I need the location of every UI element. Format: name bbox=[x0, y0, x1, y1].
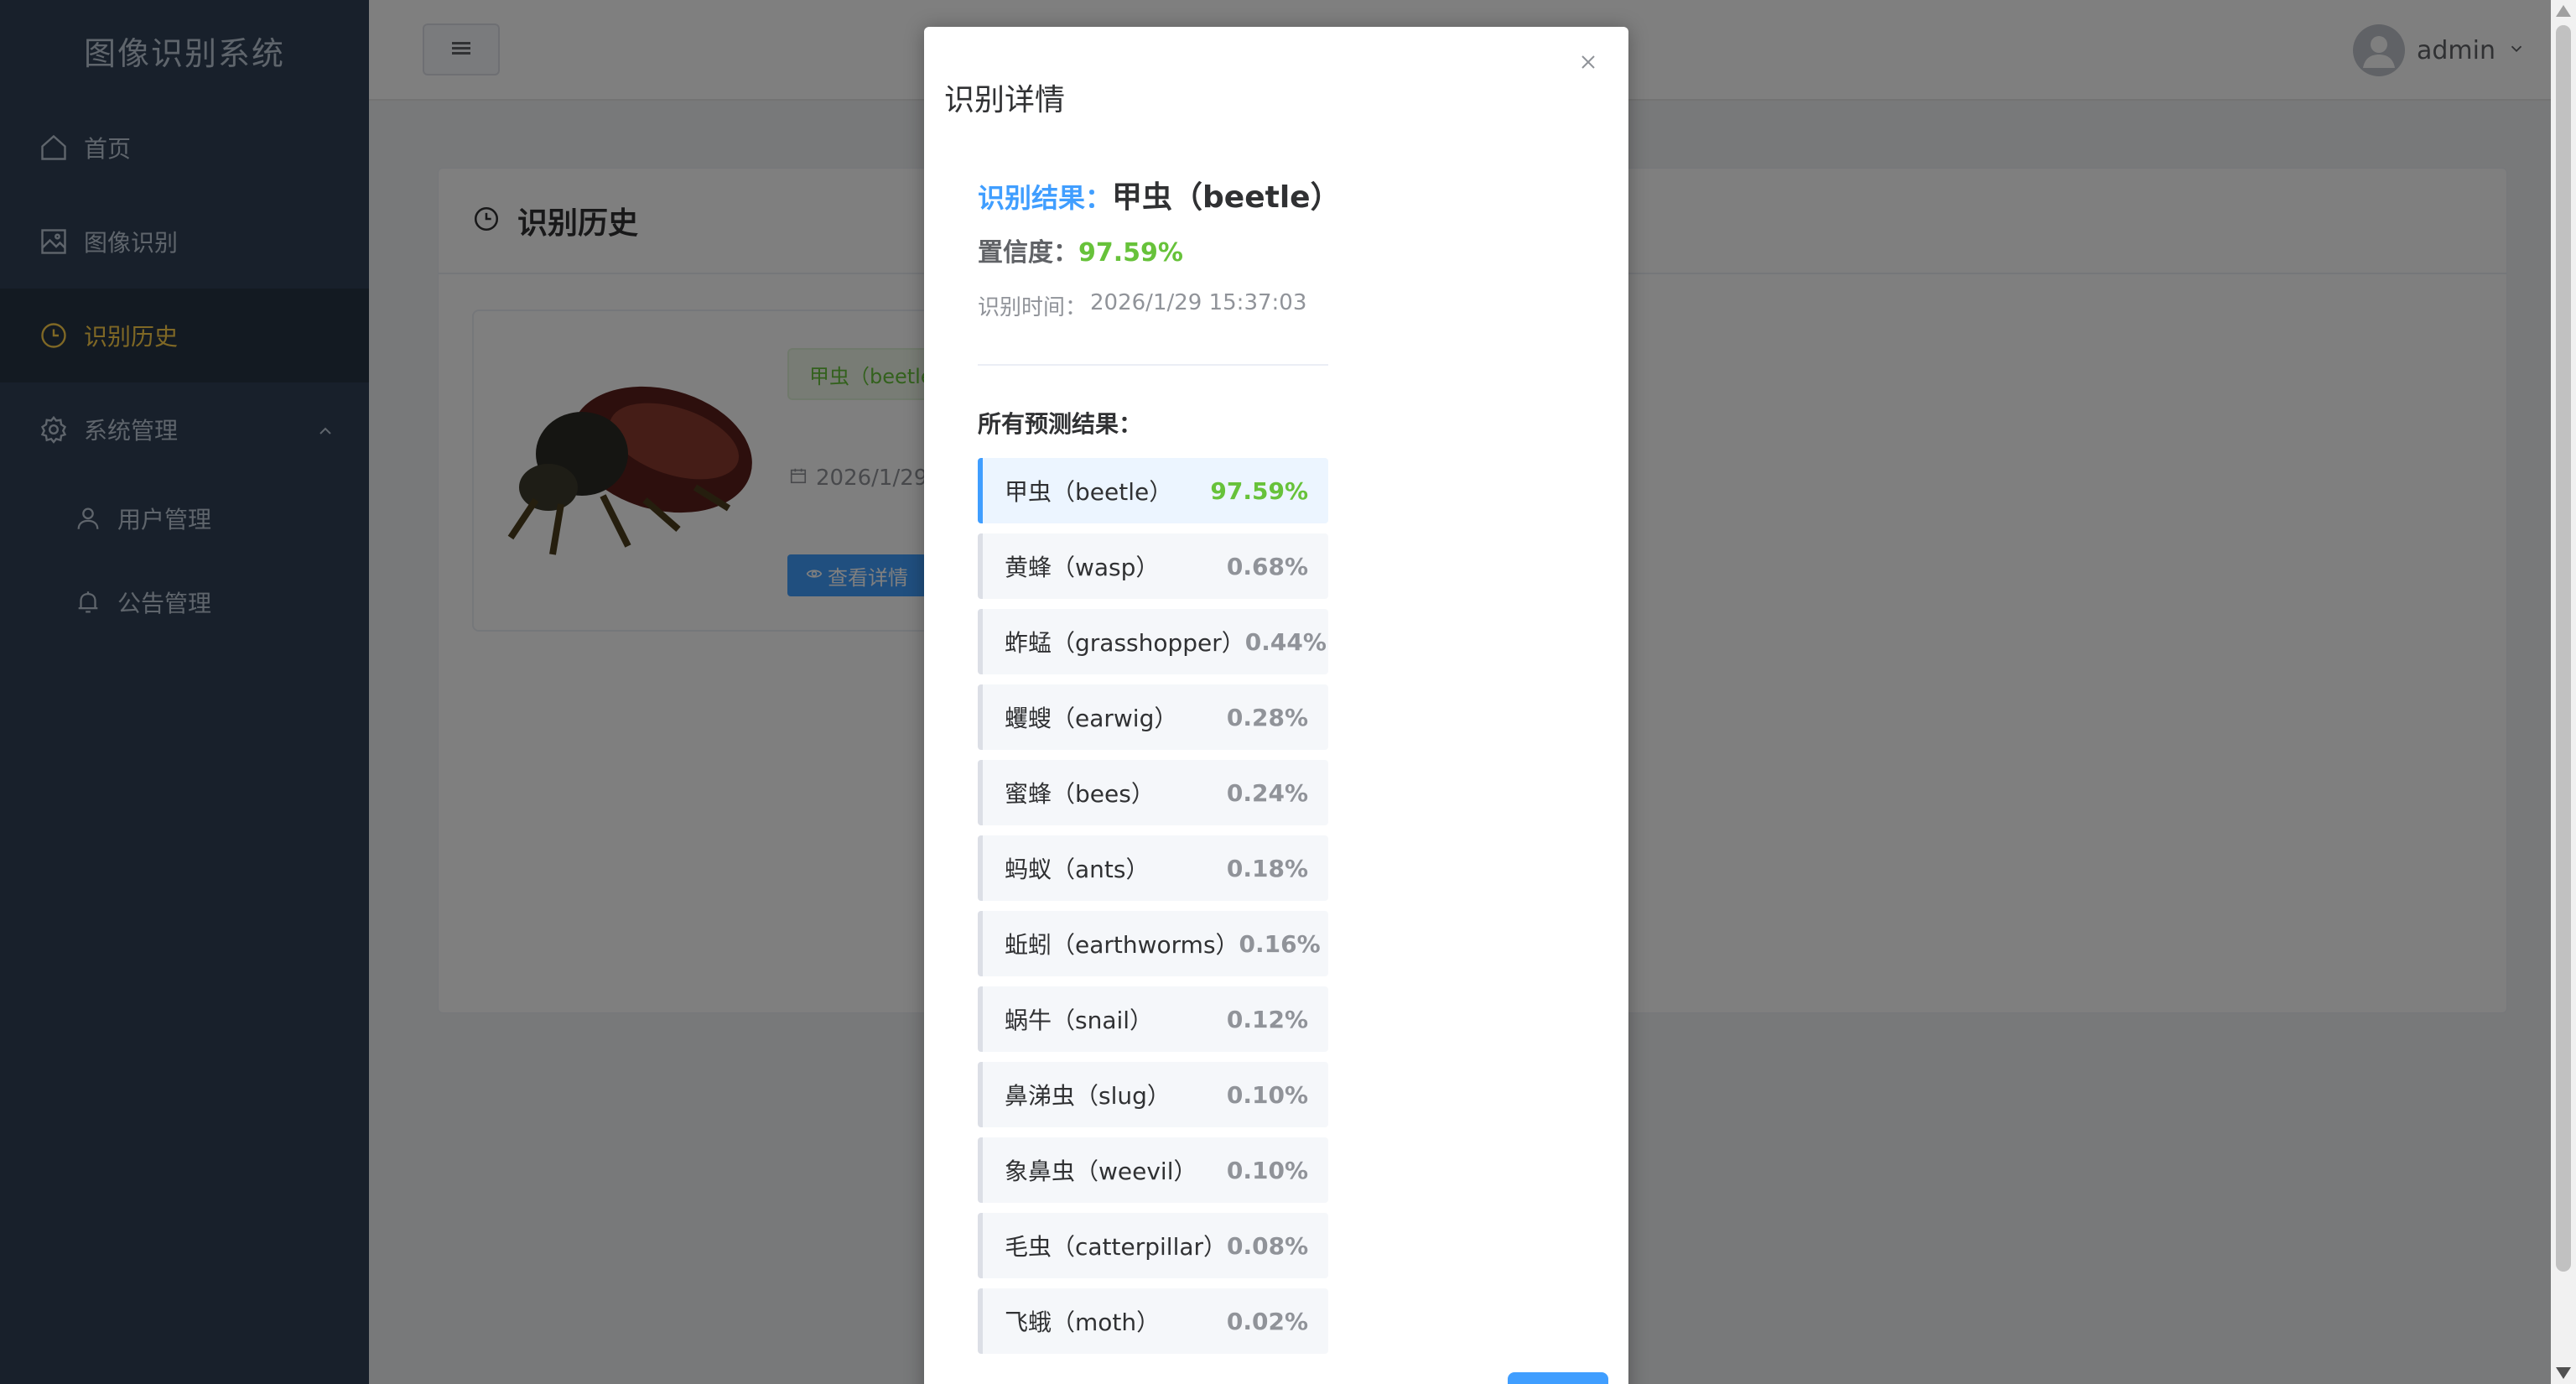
divider bbox=[978, 364, 1328, 366]
prediction-prob: 0.02% bbox=[1226, 1307, 1308, 1335]
prediction-item: 鼻涕虫（slug） 0.10% bbox=[978, 1062, 1328, 1127]
prediction-name: 蜗牛（snail） bbox=[1005, 1007, 1154, 1034]
close-button[interactable] bbox=[1570, 45, 1607, 82]
prediction-prob: 0.10% bbox=[1226, 1156, 1308, 1184]
prediction-prob: 0.24% bbox=[1226, 778, 1308, 807]
prediction-name: 蚂蚁（ants） bbox=[1005, 856, 1150, 883]
prediction-item: 黄蜂（wasp） 0.68% bbox=[978, 533, 1328, 599]
prediction-prob: 0.28% bbox=[1226, 703, 1308, 731]
prediction-name: 蜜蜂（bees） bbox=[1005, 780, 1155, 808]
scroll-down-arrow-icon[interactable] bbox=[2556, 1367, 2571, 1379]
prediction-item: 蚯蚓（earthworms） 0.16% bbox=[978, 911, 1328, 976]
confidence-value: 97.59% bbox=[1078, 238, 1183, 268]
prediction-item: 蠼螋（earwig） 0.28% bbox=[978, 684, 1328, 750]
prediction-name: 蠼螋（earwig） bbox=[1005, 705, 1178, 732]
scrollbar-thumb[interactable] bbox=[2556, 25, 2571, 1272]
result-line: 识别结果： 甲虫（beetle） bbox=[978, 173, 1341, 216]
result-value: 甲虫（beetle） bbox=[1112, 180, 1341, 215]
page-scrollbar[interactable] bbox=[2551, 0, 2576, 1384]
close-icon bbox=[1578, 52, 1598, 75]
prediction-item: 蚂蚁（ants） 0.18% bbox=[978, 835, 1328, 901]
prediction-prob: 0.68% bbox=[1226, 552, 1308, 580]
prediction-prob: 0.08% bbox=[1227, 1231, 1309, 1260]
prediction-item: 飞蛾（moth） 0.02% bbox=[978, 1288, 1328, 1354]
time-line: 识别时间： 2026/1/29 15:37:03 bbox=[978, 290, 1306, 321]
prediction-name: 黄蜂（wasp） bbox=[1005, 554, 1160, 581]
confidence-line: 置信度： 97.59% bbox=[978, 232, 1183, 268]
prediction-prob: 0.18% bbox=[1226, 854, 1308, 882]
prediction-name: 象鼻虫（weevil） bbox=[1005, 1158, 1197, 1185]
app-root: 图像识别系统 首页 图像识别 识别历史 系统管理 bbox=[0, 0, 2576, 1384]
prediction-item: 象鼻虫（weevil） 0.10% bbox=[978, 1137, 1328, 1203]
prediction-prob: 0.12% bbox=[1226, 1005, 1308, 1033]
prediction-prob: 0.10% bbox=[1226, 1080, 1308, 1109]
prediction-name: 飞蛾（moth） bbox=[1005, 1309, 1161, 1336]
prediction-prob: 0.44% bbox=[1244, 627, 1327, 656]
prediction-item: 甲虫（beetle） 97.59% bbox=[978, 458, 1328, 523]
prediction-prob: 0.16% bbox=[1239, 929, 1321, 958]
scroll-up-arrow-icon[interactable] bbox=[2556, 5, 2571, 17]
prediction-name: 蚱蜢（grasshopper） bbox=[1005, 629, 1245, 657]
prediction-prob: 97.59% bbox=[1210, 476, 1308, 505]
prediction-item: 蚱蜢（grasshopper） 0.44% bbox=[978, 609, 1328, 674]
prediction-name: 蚯蚓（earthworms） bbox=[1005, 931, 1239, 959]
time-value: 2026/1/29 15:37:03 bbox=[1090, 290, 1307, 315]
detail-dialog: 识别详情 识别结果： 甲虫（beetle） 置信度： 97.59% 识别时间： … bbox=[924, 27, 1628, 1384]
prediction-name: 毛虫（catterpillar） bbox=[1005, 1233, 1228, 1261]
prediction-item: 蜜蜂（bees） 0.24% bbox=[978, 760, 1328, 825]
time-label: 识别时间： bbox=[978, 295, 1088, 320]
prediction-name: 鼻涕虫（slug） bbox=[1005, 1082, 1171, 1110]
prediction-item: 毛虫（catterpillar） 0.08% bbox=[978, 1213, 1328, 1278]
predictions-list: 甲虫（beetle） 97.59% 黄蜂（wasp） 0.68% 蚱蜢（gras… bbox=[978, 458, 1328, 1364]
predictions-title: 所有预测结果： bbox=[978, 410, 1143, 438]
confidence-label: 置信度： bbox=[978, 238, 1078, 268]
result-label: 识别结果： bbox=[978, 182, 1113, 214]
prediction-item: 蜗牛（snail） 0.12% bbox=[978, 986, 1328, 1052]
dialog-title: 识别详情 bbox=[944, 83, 1066, 117]
prediction-name: 甲虫（beetle） bbox=[1005, 478, 1173, 506]
confirm-button[interactable] bbox=[1508, 1372, 1608, 1384]
